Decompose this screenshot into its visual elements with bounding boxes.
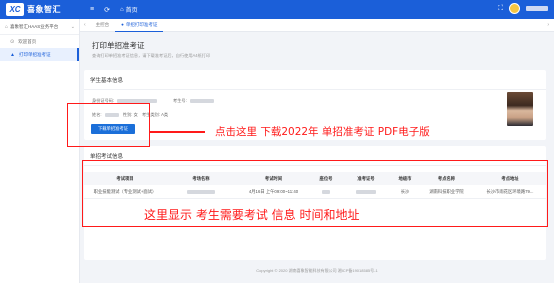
- fullscreen-icon[interactable]: ⛶: [498, 5, 503, 13]
- exam-section-title: 单招考试信息: [90, 154, 124, 160]
- annotation-arrow: [150, 131, 205, 133]
- logo-text: 喜象智汇: [27, 5, 61, 14]
- chevron-right-icon[interactable]: ›: [542, 22, 554, 28]
- exam-no-label: 考生号:: [173, 98, 187, 103]
- student-photo: [507, 92, 533, 126]
- page-description: 查询打印单招准考证信息，请下载准考证后，自行使用A4纸打印: [92, 53, 211, 58]
- app-logo[interactable]: XC 喜象智汇: [0, 3, 80, 16]
- user-name-redacted[interactable]: [526, 6, 548, 11]
- sidebar-item-print-ticket[interactable]: ▲ 打印单招准考证: [0, 48, 79, 61]
- sidebar-item-label: 打印单招准考证: [18, 51, 51, 57]
- tab-label: 单招打印准考证: [125, 21, 158, 27]
- student-section-title: 学生基本信息: [90, 78, 124, 84]
- sidebar-item-label: 欢迎首页: [18, 38, 37, 44]
- tab-print-ticket[interactable]: ● 单招打印准考证: [115, 19, 164, 32]
- platform-name: 喜象智汇HAAS业务平台: [10, 23, 59, 29]
- table-annotation: 这里显示 考生需要考试 信息 时间和地址: [144, 208, 360, 222]
- page-title: 打印单招准考证: [92, 41, 145, 50]
- download-annotation: 点击这里 下载2022年 单招准考证 PDF电子版: [215, 126, 430, 138]
- exam-no-value-redacted: [189, 98, 214, 103]
- top-header: XC 喜象智汇 ≡ ⟳ ⌂ 首页 ⛶: [0, 0, 554, 19]
- flag-icon: ▲: [10, 51, 15, 58]
- menu-icon[interactable]: ≡: [90, 6, 94, 13]
- tab-dot-icon: ●: [121, 22, 124, 27]
- exam-no-field: 考生号:: [173, 98, 214, 104]
- platform-selector[interactable]: ⌂ 喜象智汇HAAS业务平台 ⌄: [0, 19, 79, 35]
- tab-bar: ‹ 主控台 ● 单招打印准考证 ›: [80, 19, 554, 32]
- home-link[interactable]: ⌂ 首页: [119, 5, 138, 15]
- target-icon: ⊙: [10, 38, 15, 45]
- logo-mark: XC: [6, 3, 24, 16]
- platform-icon: ⌂: [5, 23, 9, 30]
- copyright: Copyright © 2020 湖南喜象智能科技有限公司 湘ICP备19018…: [256, 268, 378, 273]
- download-highlight-box: [67, 103, 150, 147]
- sidebar-item-welcome[interactable]: ⊙ 欢迎首页: [0, 35, 79, 48]
- chevron-left-icon[interactable]: ‹: [80, 22, 90, 28]
- category-value: A类: [161, 112, 169, 117]
- chevron-down-icon: ⌄: [70, 23, 75, 30]
- home-icon: ⌂: [119, 6, 124, 13]
- refresh-icon[interactable]: ⟳: [104, 6, 110, 14]
- home-label: 首页: [125, 8, 138, 14]
- tab-dashboard[interactable]: 主控台: [90, 19, 116, 32]
- avatar[interactable]: [509, 3, 520, 14]
- divider: [84, 89, 546, 90]
- sidebar: ⌂ 喜象智汇HAAS业务平台 ⌄ ⊙ 欢迎首页 ▲ 打印单招准考证: [0, 19, 80, 283]
